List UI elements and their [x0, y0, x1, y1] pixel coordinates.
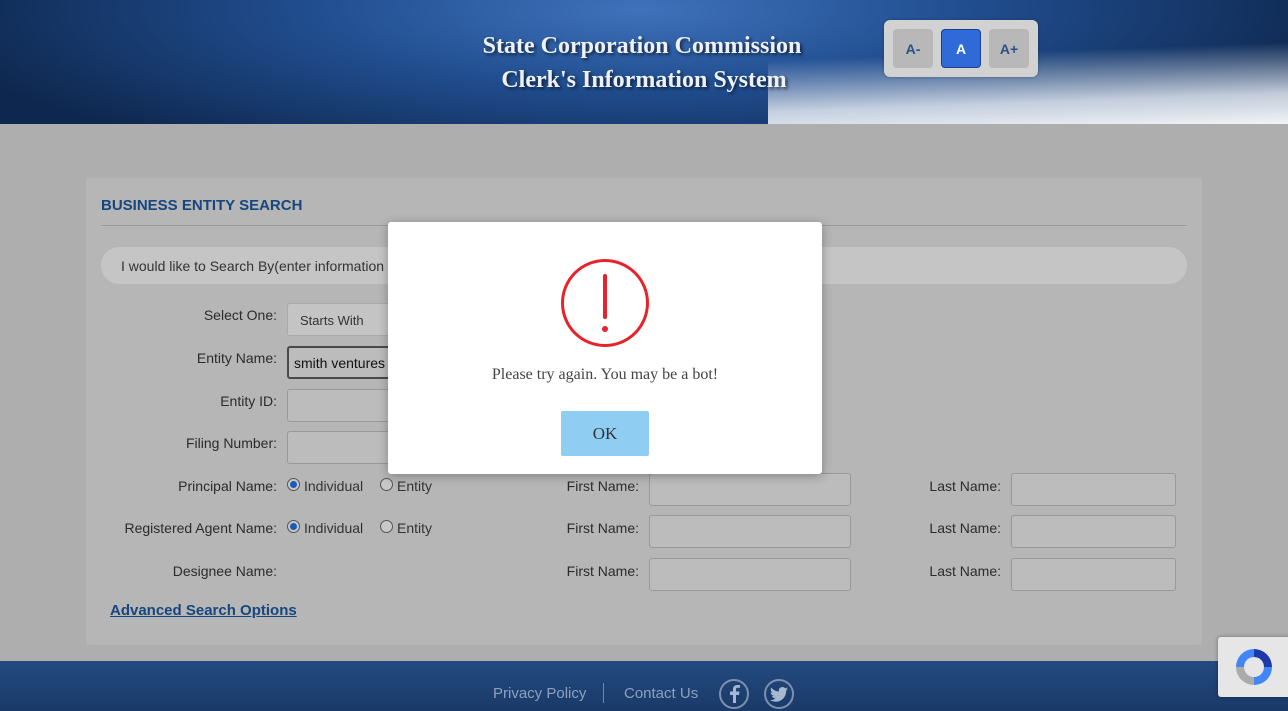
font-increase-button[interactable]: A+ [989, 29, 1029, 68]
contact-us-link[interactable]: Contact Us [624, 685, 698, 702]
designee-first-name-label: First Name: [566, 563, 639, 579]
dialog-message: Please try again. You may be a bot! [491, 366, 719, 383]
filing-number-label: Filing Number: [185, 435, 277, 451]
agent-entity-label: Entity [397, 520, 433, 536]
principal-last-name-label: Last Name: [929, 478, 1001, 494]
ok-button[interactable]: OK [561, 411, 649, 456]
principal-name-label: Principal Name: [178, 478, 277, 494]
recaptcha-icon [1236, 649, 1272, 685]
facebook-icon[interactable] [719, 679, 749, 709]
select-one-label: Select One: [203, 307, 277, 323]
principal-individual-radio[interactable] [287, 478, 300, 491]
designee-last-name-label: Last Name: [929, 563, 1001, 579]
panel-title: BUSINESS ENTITY SEARCH [101, 197, 303, 214]
principal-first-name-label: First Name: [566, 478, 639, 494]
font-decrease-button[interactable]: A- [893, 29, 933, 68]
recaptcha-badge[interactable] [1218, 637, 1288, 697]
registered-agent-label: Registered Agent Name: [124, 520, 277, 536]
entity-name-label: Entity Name: [196, 350, 277, 366]
designee-name-label: Designee Name: [172, 563, 277, 579]
site-footer: Privacy Policy Contact Us [0, 661, 1288, 711]
principal-first-name-input[interactable] [649, 473, 851, 506]
site-title-line1: State Corporation Commission [482, 33, 802, 59]
font-size-controls: A- A A+ [884, 20, 1038, 77]
agent-last-name-input[interactable] [1011, 515, 1176, 548]
agent-first-name-input[interactable] [649, 515, 851, 548]
site-title-line2: Clerk's Information System [501, 67, 787, 93]
agent-entity-radio[interactable] [380, 520, 393, 533]
font-normal-button[interactable]: A [941, 29, 981, 68]
exclamation-circle-icon [561, 259, 649, 347]
designee-last-name-input[interactable] [1011, 558, 1176, 591]
advanced-search-link[interactable]: Advanced Search Options [110, 602, 297, 619]
principal-individual-label: Individual [304, 478, 364, 494]
bot-warning-dialog: Please try again. You may be a bot! OK [388, 222, 822, 474]
agent-individual-label: Individual [304, 520, 364, 536]
footer-divider [603, 683, 604, 703]
designee-first-name-input[interactable] [649, 558, 851, 591]
principal-entity-radio[interactable] [380, 478, 393, 491]
site-header: State Corporation Commission Clerk's Inf… [0, 0, 1288, 124]
entity-id-label: Entity ID: [220, 393, 277, 409]
agent-last-name-label: Last Name: [929, 520, 1001, 536]
agent-individual-radio[interactable] [287, 520, 300, 533]
agent-first-name-label: First Name: [566, 520, 639, 536]
principal-last-name-input[interactable] [1011, 473, 1176, 506]
principal-entity-label: Entity [397, 478, 433, 494]
privacy-policy-link[interactable]: Privacy Policy [493, 685, 586, 702]
twitter-icon[interactable] [764, 679, 794, 709]
